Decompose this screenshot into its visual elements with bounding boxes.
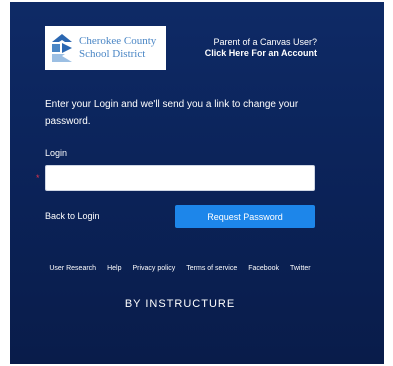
instructions-text: Enter your Login and we'll send you a li… xyxy=(45,99,299,127)
login-input[interactable] xyxy=(45,165,315,191)
parent-account-link[interactable]: Click Here For an Account xyxy=(187,48,317,59)
instructure-brand: BY INSTRUCTURE xyxy=(124,298,236,310)
cherokee-county-logo-icon xyxy=(51,33,73,63)
back-to-login-link[interactable]: Back to Login xyxy=(45,211,100,221)
footer-link-facebook[interactable]: Facebook xyxy=(248,264,279,273)
district-name-line1: Cherokee County xyxy=(79,35,157,47)
district-name-line2: School District xyxy=(79,48,146,60)
parent-question: Parent of a Canvas User? xyxy=(213,37,317,47)
footer-link-twitter[interactable]: Twitter xyxy=(290,264,311,273)
district-logo: Cherokee County School District xyxy=(45,26,166,70)
footer-link-privacy-policy[interactable]: Privacy policy xyxy=(132,264,175,273)
district-logo-text: Cherokee County School District xyxy=(79,35,156,61)
required-marker: * xyxy=(36,173,40,183)
login-panel: Cherokee County School District Parent o… xyxy=(10,2,384,364)
footer-links: User Research Help Privacy policy Terms … xyxy=(35,264,325,273)
footer-link-terms-of-service[interactable]: Terms of service xyxy=(186,264,237,273)
request-password-button[interactable]: Request Password xyxy=(175,205,315,228)
footer-link-help[interactable]: Help xyxy=(107,264,121,273)
footer-link-user-research[interactable]: User Research xyxy=(49,264,96,273)
login-label: Login xyxy=(45,148,68,158)
